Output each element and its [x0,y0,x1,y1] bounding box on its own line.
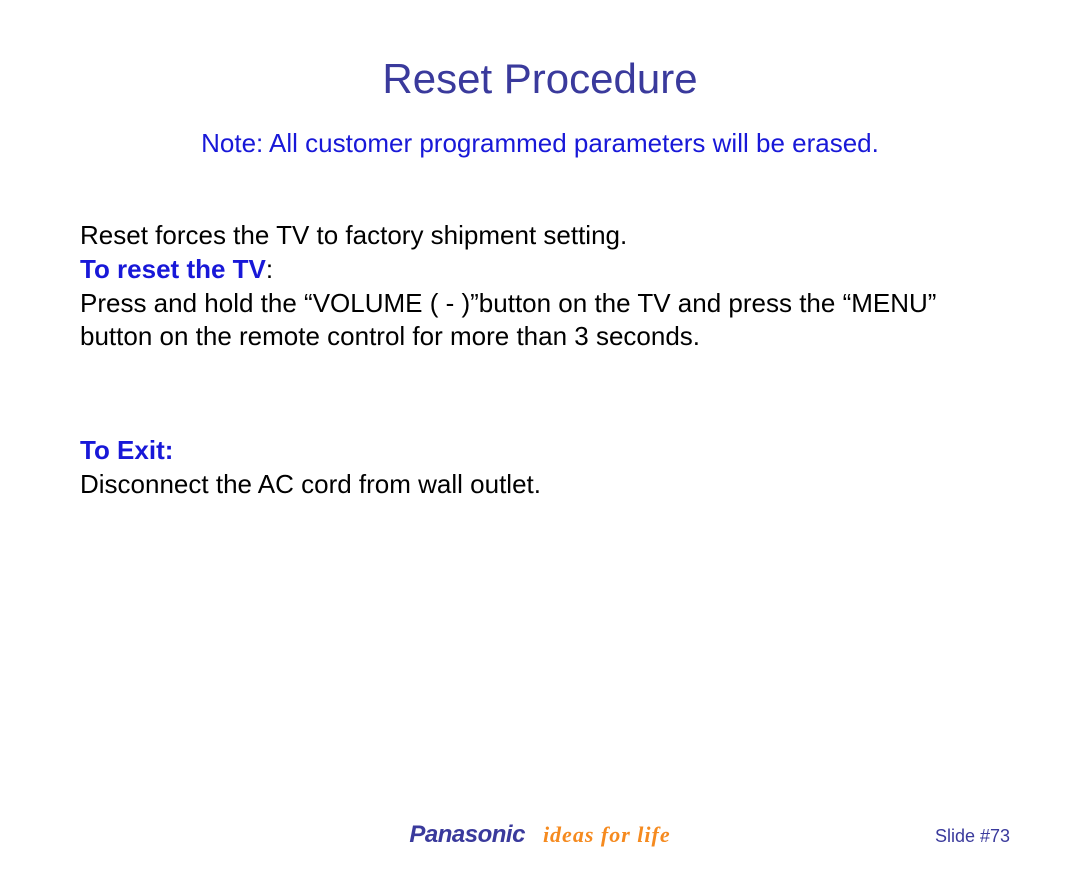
reset-heading: To reset the TV [80,254,266,284]
slide-number: Slide #73 [935,826,1010,847]
slide-title: Reset Procedure [0,55,1080,103]
exit-instruction: Disconnect the AC cord from wall outlet. [80,468,1000,502]
reset-instruction: Press and hold the “VOLUME ( - )”button … [80,287,1000,355]
note-warning-text: Note: All customer programmed parameters… [80,128,1000,159]
footer: Panasonic ideas for life [0,821,1080,849]
exit-section: To Exit: Disconnect the AC cord from wal… [80,434,1000,502]
reset-colon: : [266,254,273,284]
body-content: Reset forces the TV to factory shipment … [80,219,1000,502]
brand-logo: Panasonic [409,821,525,849]
intro-text: Reset forces the TV to factory shipment … [80,219,1000,253]
exit-heading: To Exit: [80,434,1000,468]
tagline-text: ideas for life [543,822,671,848]
reset-heading-line: To reset the TV: [80,253,1000,287]
